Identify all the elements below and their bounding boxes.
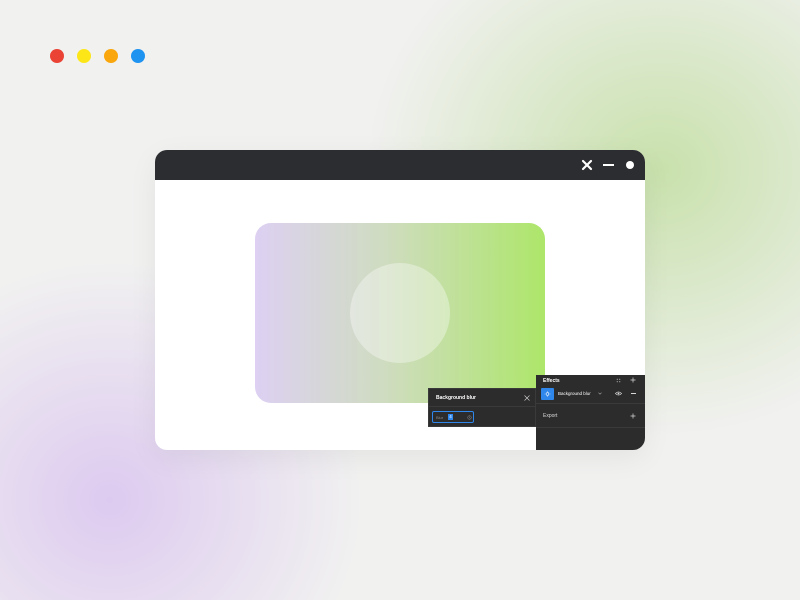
popover-title: Background blur bbox=[436, 395, 477, 401]
blue-dot bbox=[131, 49, 145, 63]
effect-type-label[interactable]: Background blur bbox=[558, 391, 591, 396]
title-bar bbox=[155, 150, 645, 180]
yellow-dot bbox=[77, 49, 91, 63]
gradient-card bbox=[255, 223, 545, 403]
export-divider bbox=[536, 427, 645, 428]
minus-icon[interactable] bbox=[631, 393, 636, 394]
circle-icon[interactable] bbox=[626, 161, 634, 169]
chevron-down-icon[interactable] bbox=[598, 392, 602, 395]
orange-dot bbox=[104, 49, 118, 63]
blur-input[interactable]: Blur 4 bbox=[432, 411, 474, 423]
app-window: Background blur Blur 4 Effects Backgroun… bbox=[155, 150, 645, 450]
close-icon[interactable] bbox=[581, 159, 593, 171]
reset-icon[interactable] bbox=[467, 415, 472, 420]
blur-field-label: Blur bbox=[436, 415, 444, 420]
card-circle bbox=[350, 263, 450, 363]
effect-type-button[interactable] bbox=[541, 388, 554, 400]
export-title: Export bbox=[543, 413, 558, 419]
sun-icon bbox=[544, 391, 551, 397]
plus-icon[interactable] bbox=[630, 377, 636, 383]
eye-icon[interactable] bbox=[615, 391, 622, 396]
blur-field-value[interactable]: 4 bbox=[448, 414, 453, 420]
red-dot bbox=[50, 49, 64, 63]
effects-panel: Effects Background blur Export bbox=[536, 375, 645, 450]
effect-row-background-blur[interactable]: Background blur bbox=[536, 387, 645, 401]
close-icon[interactable] bbox=[524, 395, 530, 401]
background-blur-popover: Background blur Blur 4 bbox=[428, 388, 536, 427]
plus-icon[interactable] bbox=[630, 413, 636, 419]
effects-divider bbox=[536, 403, 645, 404]
effects-title: Effects bbox=[543, 378, 560, 384]
popover-divider bbox=[429, 406, 535, 407]
minimize-icon[interactable] bbox=[603, 164, 614, 166]
grid-dots-icon[interactable] bbox=[616, 378, 621, 383]
